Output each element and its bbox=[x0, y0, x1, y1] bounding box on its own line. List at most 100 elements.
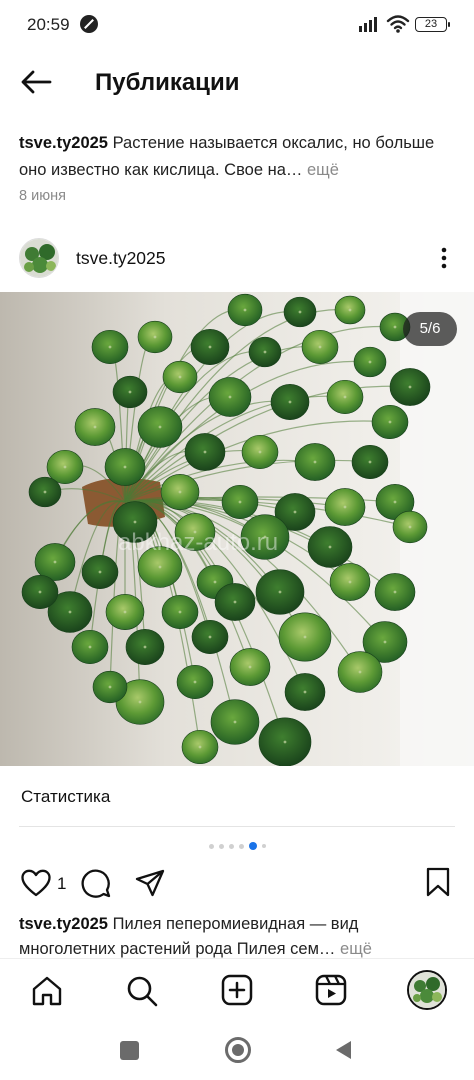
leaf-center bbox=[208, 345, 212, 349]
leaf-center bbox=[133, 520, 137, 524]
leaf-center bbox=[203, 450, 207, 454]
caption-username[interactable]: tsve.ty2025 bbox=[19, 134, 108, 152]
leaf-center bbox=[178, 490, 182, 494]
image-counter-badge: 5/6 bbox=[403, 312, 457, 346]
comment-icon[interactable] bbox=[80, 867, 112, 899]
recent-apps-icon[interactable] bbox=[120, 1041, 139, 1060]
page-title: Публикации bbox=[95, 69, 240, 96]
leaf-center bbox=[108, 685, 112, 689]
leaf-center bbox=[343, 505, 347, 509]
divider bbox=[19, 826, 455, 827]
leaf-center bbox=[143, 645, 147, 649]
previous-post-caption[interactable]: tsve.ty2025 Растение называется оксалис,… bbox=[19, 130, 459, 184]
leaf-center bbox=[123, 465, 127, 469]
leaf-center bbox=[303, 690, 307, 694]
caption-username[interactable]: tsve.ty2025 bbox=[19, 915, 108, 933]
signal-icon bbox=[359, 17, 377, 32]
bookmark-icon[interactable] bbox=[424, 866, 452, 898]
carousel-indicator bbox=[209, 842, 266, 850]
status-bar: 20:59 23 bbox=[0, 0, 474, 52]
leaf-center bbox=[248, 665, 252, 669]
leaf-center bbox=[393, 500, 397, 504]
leaf-center bbox=[128, 390, 132, 394]
more-vertical-icon[interactable] bbox=[432, 244, 456, 272]
avatar-image bbox=[20, 239, 58, 277]
leaf-center bbox=[328, 545, 332, 549]
leaf-center bbox=[38, 590, 42, 594]
leaf-center bbox=[178, 375, 182, 379]
leaf-center bbox=[348, 308, 352, 312]
leaf-center bbox=[348, 580, 352, 584]
leaf-center bbox=[178, 610, 182, 614]
arrow-left-icon[interactable] bbox=[18, 66, 54, 98]
leaf-center bbox=[263, 350, 267, 354]
search-icon[interactable] bbox=[125, 974, 159, 1008]
carousel-dot bbox=[219, 843, 224, 849]
leaf-center bbox=[138, 700, 142, 704]
status-time: 20:59 bbox=[27, 15, 70, 34]
battery-icon: 23 bbox=[415, 17, 450, 32]
heart-icon[interactable] bbox=[20, 868, 52, 898]
battery-level: 23 bbox=[424, 18, 438, 30]
leaf-center bbox=[293, 510, 297, 514]
home-icon[interactable] bbox=[30, 975, 64, 1007]
post-image[interactable]: abkhaz-auto.ru bbox=[0, 292, 474, 766]
post-caption[interactable]: tsve.ty2025 Пилея пеперомиевидная — вид … bbox=[19, 912, 459, 962]
leaf-center bbox=[298, 310, 302, 314]
leaf-center bbox=[303, 635, 307, 639]
leaf-center bbox=[213, 580, 217, 584]
leaf-center bbox=[393, 325, 397, 329]
wifi-icon bbox=[386, 15, 410, 33]
leaf-center bbox=[408, 385, 412, 389]
leaf-center bbox=[208, 635, 212, 639]
leaf-center bbox=[198, 745, 202, 749]
like-count[interactable]: 1 bbox=[57, 874, 66, 894]
do-not-disturb-icon bbox=[80, 15, 98, 33]
leaf-center bbox=[388, 420, 392, 424]
leaf-center bbox=[193, 680, 197, 684]
leaf-center bbox=[68, 610, 72, 614]
leaf-center bbox=[368, 360, 372, 364]
more-link[interactable]: ещё bbox=[307, 161, 339, 179]
leaf-center bbox=[288, 400, 292, 404]
reels-icon[interactable] bbox=[314, 973, 348, 1007]
leaf-center bbox=[343, 395, 347, 399]
post-header: tsve.ty2025 bbox=[0, 232, 474, 288]
leaf-center bbox=[368, 460, 372, 464]
create-icon[interactable] bbox=[220, 973, 254, 1007]
leaf-center bbox=[258, 450, 262, 454]
leaf-center bbox=[393, 590, 397, 594]
more-link[interactable]: ещё bbox=[340, 940, 372, 958]
carousel-dot bbox=[229, 843, 234, 849]
system-back-icon[interactable] bbox=[333, 1039, 353, 1061]
leaf-center bbox=[153, 335, 157, 339]
carousel-dot bbox=[239, 843, 244, 849]
leaf-center bbox=[98, 570, 102, 574]
leaf-center bbox=[358, 670, 362, 674]
leaf-center bbox=[408, 525, 412, 529]
post-username[interactable]: tsve.ty2025 bbox=[76, 248, 166, 269]
leaf-center bbox=[278, 590, 282, 594]
header: Публикации bbox=[0, 52, 474, 112]
bottom-nav bbox=[0, 958, 474, 1022]
watermark: abkhaz-auto.ru bbox=[118, 529, 278, 556]
profile-avatar[interactable] bbox=[407, 970, 447, 1010]
system-home-icon[interactable] bbox=[225, 1037, 251, 1063]
leaf-center bbox=[283, 740, 287, 744]
post-date: 8 июня bbox=[19, 188, 66, 204]
leaf-center bbox=[108, 345, 112, 349]
leaf-center bbox=[158, 565, 162, 569]
leaf-center bbox=[238, 500, 242, 504]
carousel-dot-active bbox=[249, 842, 257, 850]
leaf-center bbox=[53, 560, 57, 564]
statistics-link[interactable]: Статистика bbox=[21, 787, 110, 807]
profile-avatar-image bbox=[409, 972, 445, 1008]
avatar[interactable] bbox=[19, 238, 59, 278]
leaf-center bbox=[88, 645, 92, 649]
post-actions: 1 bbox=[0, 862, 474, 906]
leaf-center bbox=[318, 345, 322, 349]
leaf-center bbox=[313, 460, 317, 464]
share-icon[interactable] bbox=[134, 868, 166, 898]
leaf-center bbox=[233, 720, 237, 724]
plant-photo: abkhaz-auto.ru bbox=[0, 292, 474, 766]
